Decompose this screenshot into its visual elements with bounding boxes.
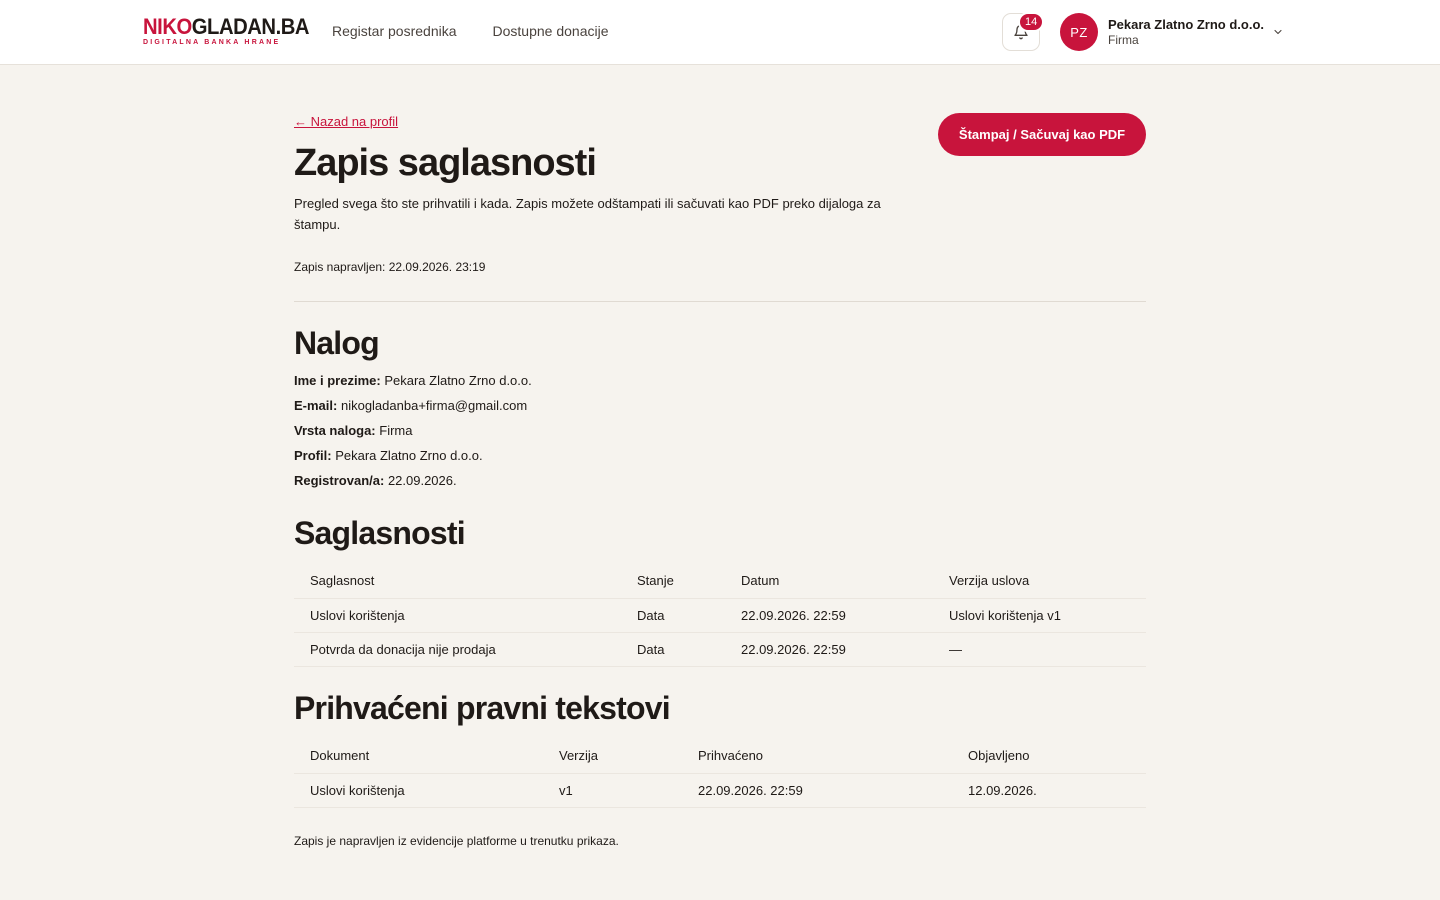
- column-header: Stanje: [621, 563, 725, 599]
- column-header: Verzija uslova: [933, 563, 1146, 599]
- table-cell: 12.09.2026.: [952, 773, 1146, 808]
- account-row-email: E-mail: nikogladanba+firma@gmail.com: [294, 398, 527, 413]
- account-label: Ime i prezime:: [294, 373, 381, 388]
- user-role: Firma: [1108, 33, 1139, 47]
- account-row-registered: Registrovan/a: 22.09.2026.: [294, 473, 457, 488]
- user-name[interactable]: Pekara Zlatno Zrno d.o.o.: [1108, 17, 1264, 32]
- nav-link-dostupne-donacije[interactable]: Dostupne donacije: [493, 23, 609, 39]
- column-header: Dokument: [294, 738, 543, 774]
- account-heading: Nalog: [294, 325, 380, 361]
- footer-note: Zapis je napravljen iz evidencije platfo…: [294, 834, 619, 848]
- table-cell: Uslovi korištenja: [294, 598, 621, 633]
- logo-wordmark: NIKOGLADAN.BA: [143, 14, 310, 39]
- account-value: Firma: [379, 423, 413, 438]
- column-header: Prihvaćeno: [682, 738, 952, 774]
- main-nav: Registar posrednika Dostupne donacije: [332, 23, 609, 39]
- legal-texts-heading: Prihvaćeni pravni tekstovi: [294, 690, 671, 726]
- section-divider: [294, 301, 1146, 302]
- column-header: Verzija: [543, 738, 682, 774]
- account-row-type: Vrsta naloga: Firma: [294, 423, 412, 438]
- user-avatar[interactable]: PZ: [1060, 13, 1098, 51]
- top-navigation-bar: NIKOGLADAN.BA DIGITALNA BANKA HRANE Regi…: [0, 0, 1440, 65]
- table-header-row: Dokument Verzija Prihvaćeno Objavljeno: [294, 738, 1146, 774]
- back-to-profile-link[interactable]: ← Nazad na profil: [294, 114, 398, 129]
- account-row-profile: Profil: Pekara Zlatno Zrno d.o.o.: [294, 448, 483, 463]
- generated-timestamp: Zapis napravljen: 22.09.2026. 23:19: [294, 260, 486, 274]
- table-row: Uslovi korištenja Data 22.09.2026. 22:59…: [294, 598, 1146, 633]
- table-cell: v1: [543, 773, 682, 808]
- table-cell: 22.09.2026. 22:59: [725, 598, 933, 633]
- table-row: Uslovi korištenja v1 22.09.2026. 22:59 1…: [294, 773, 1146, 808]
- account-value: Pekara Zlatno Zrno d.o.o.: [335, 448, 483, 463]
- table-cell: Data: [621, 632, 725, 667]
- logo-tagline: DIGITALNA BANKA HRANE: [143, 39, 281, 46]
- consents-heading: Saglasnosti: [294, 515, 466, 551]
- legal-texts-table: Dokument Verzija Prihvaćeno Objavljeno U…: [294, 738, 1146, 808]
- account-row-name: Ime i prezime: Pekara Zlatno Zrno d.o.o.: [294, 373, 532, 388]
- table-cell: 22.09.2026. 22:59: [725, 632, 933, 667]
- table-cell: 22.09.2026. 22:59: [682, 773, 952, 808]
- table-cell: —: [933, 632, 1146, 667]
- chevron-down-icon[interactable]: [1272, 26, 1284, 38]
- column-header: Datum: [725, 563, 933, 599]
- nav-link-registar-posrednika[interactable]: Registar posrednika: [332, 23, 457, 39]
- account-value: nikogladanba+firma@gmail.com: [340, 398, 528, 413]
- print-save-pdf-button[interactable]: Štampaj / Sačuvaj kao PDF: [938, 113, 1146, 156]
- consents-table: Saglasnost Stanje Datum Verzija uslova U…: [294, 563, 1146, 667]
- column-header: Saglasnost: [294, 563, 621, 599]
- table-row: Potvrda da donacija nije prodaja Data 22…: [294, 632, 1146, 667]
- notifications-count-badge: 14: [1018, 12, 1045, 32]
- table-header-row: Saglasnost Stanje Datum Verzija uslova: [294, 563, 1146, 599]
- account-label: Vrsta naloga:: [294, 423, 376, 438]
- table-cell: Uslovi korištenja: [294, 773, 543, 808]
- account-value: Pekara Zlatno Zrno d.o.o.: [384, 373, 532, 388]
- column-header: Objavljeno: [952, 738, 1146, 774]
- table-cell: Uslovi korištenja v1: [933, 598, 1146, 633]
- account-label: E-mail:: [294, 398, 338, 413]
- account-value: 22.09.2026.: [387, 473, 457, 488]
- table-cell: Potvrda da donacija nije prodaja: [294, 632, 621, 667]
- account-label: Profil:: [294, 448, 332, 463]
- nikogladan-logo[interactable]: NIKOGLADAN.BA DIGITALNA BANKA HRANE: [143, 14, 310, 48]
- account-label: Registrovan/a:: [294, 473, 385, 488]
- table-cell: Data: [621, 598, 725, 633]
- page-title: Zapis saglasnosti: [294, 142, 597, 184]
- page-intro: Pregled svega što ste prihvatili i kada.…: [294, 196, 881, 232]
